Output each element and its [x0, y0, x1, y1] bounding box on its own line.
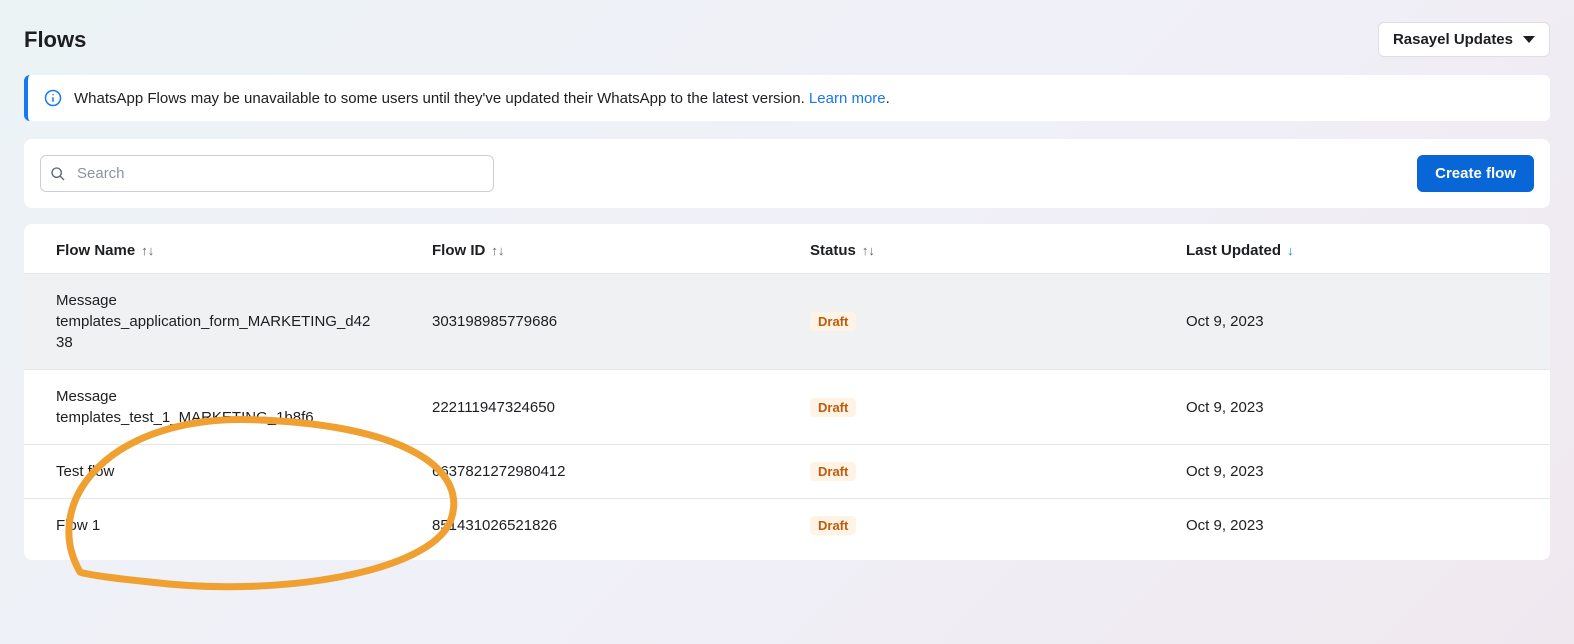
sort-icon: ↑↓	[141, 243, 154, 258]
table-row[interactable]: Test flow 6637821272980412Draft Oct 9, 202…	[24, 444, 1550, 498]
banner-period: .	[886, 90, 890, 107]
updated-cell: Oct 9, 2023	[1186, 399, 1518, 416]
info-icon	[44, 89, 62, 107]
flow-name-cell: Test flow	[56, 461, 376, 482]
column-header-id[interactable]: Flow ID ↑↓	[432, 242, 810, 259]
sort-down-icon: ↓	[1287, 243, 1294, 258]
search-input[interactable]	[40, 155, 494, 192]
column-header-name[interactable]: Flow Name ↑↓	[56, 242, 432, 259]
flow-id-cell: 222111947324650	[432, 399, 810, 416]
create-flow-button[interactable]: Create flow	[1417, 155, 1534, 192]
flow-id-cell: 6637821272980412	[432, 463, 810, 480]
flow-name-cell: Flow 1	[56, 515, 376, 536]
search-icon	[50, 166, 66, 182]
learn-more-link[interactable]: Learn more	[809, 90, 886, 107]
flow-id-cell: 303198985779686	[432, 313, 810, 330]
updated-cell: Oct 9, 2023	[1186, 517, 1518, 534]
status-badge: Draft	[810, 398, 856, 417]
flows-table: Flow Name ↑↓ Flow ID ↑↓ Status ↑↓ Last Upda…	[24, 224, 1550, 560]
account-dropdown-label: Rasayel Updates	[1393, 31, 1513, 48]
table-row[interactable]: Message templates_application_form_MARKE…	[24, 273, 1550, 369]
sort-icon: ↑↓	[491, 243, 504, 258]
column-header-updated[interactable]: Last Updated ↓	[1186, 242, 1518, 259]
page-title: Flows	[24, 27, 86, 53]
column-id-label: Flow ID	[432, 242, 485, 259]
flow-name-cell: Message templates_application_form_MARKE…	[56, 290, 376, 353]
column-updated-label: Last Updated	[1186, 242, 1281, 259]
account-dropdown[interactable]: Rasayel Updates	[1378, 22, 1550, 57]
column-status-label: Status	[810, 242, 856, 259]
info-banner: WhatsApp Flows may be unavailable to som…	[24, 75, 1550, 121]
column-header-status[interactable]: Status ↑↓	[810, 242, 1186, 259]
column-name-label: Flow Name	[56, 242, 135, 259]
banner-message: WhatsApp Flows may be unavailable to som…	[74, 90, 809, 107]
sort-icon: ↑↓	[862, 243, 875, 258]
chevron-down-icon	[1523, 36, 1535, 43]
flow-id-cell: 851431026521826	[432, 517, 810, 534]
updated-cell: Oct 9, 2023	[1186, 463, 1518, 480]
flow-name-cell: Message templates_test_1_MARKETING_1b8f6	[56, 386, 376, 428]
table-row[interactable]: Message templates_test_1_MARKETING_1b8f6…	[24, 369, 1550, 444]
status-badge: Draft	[810, 516, 856, 535]
status-badge: Draft	[810, 312, 856, 331]
table-row[interactable]: Flow 1 851431026521826Draft Oct 9, 2023	[24, 498, 1550, 552]
updated-cell: Oct 9, 2023	[1186, 313, 1518, 330]
status-badge: Draft	[810, 462, 856, 481]
info-banner-text: WhatsApp Flows may be unavailable to som…	[74, 90, 890, 107]
